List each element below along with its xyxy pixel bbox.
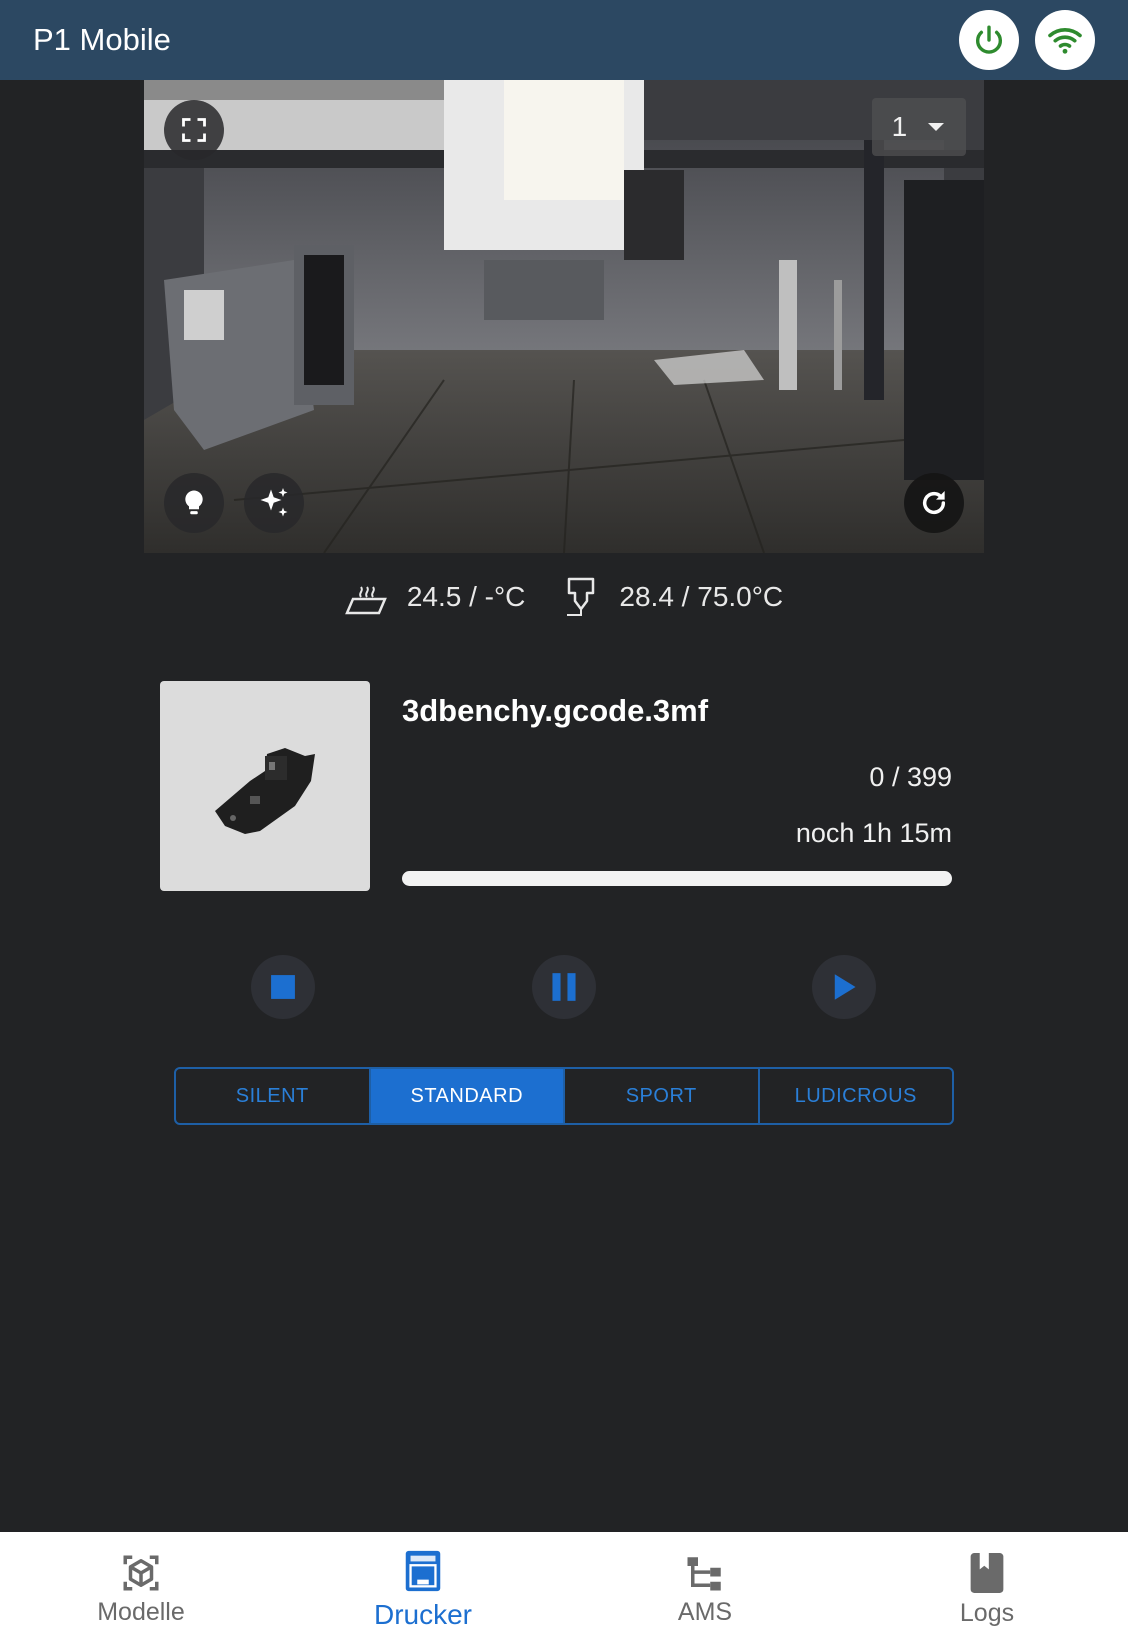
- camera-select-value: 1: [891, 111, 908, 142]
- top-app-bar: P1 Mobile: [0, 0, 1128, 80]
- fullscreen-icon: [182, 118, 206, 142]
- bottom-navigation: Modelle Drucker AMS Logs: [0, 1532, 1128, 1646]
- speed-mode-selector: SILENT STANDARD SPORT LUDICROUS: [174, 1067, 954, 1125]
- nav-item-modelle[interactable]: Modelle: [0, 1532, 282, 1646]
- app-title: P1 Mobile: [33, 22, 171, 57]
- chevron-down-icon: [928, 123, 945, 131]
- ams-tree-icon: [687, 1556, 721, 1590]
- lightbulb-icon: [185, 490, 203, 515]
- speed-sport-button[interactable]: SPORT: [565, 1069, 760, 1123]
- camera-select[interactable]: 1: [872, 98, 966, 156]
- nav-item-logs[interactable]: Logs: [846, 1532, 1128, 1646]
- nozzle-temperature[interactable]: 28.4 / 75.0°C: [561, 575, 783, 619]
- speed-ludicrous-button[interactable]: LUDICROUS: [760, 1069, 953, 1123]
- job-file-name: 3dbenchy.gcode.3mf: [402, 693, 709, 728]
- power-icon: [976, 25, 1002, 54]
- book-icon: [970, 1552, 1004, 1593]
- bed-temperature-value: 24.5 / -°C: [406, 581, 526, 612]
- nav-label-ams: AMS: [677, 1597, 733, 1626]
- app-root: P1 Mobile 1 24.5 / -°C 28.4 / 75.0°C 3db…: [0, 0, 1128, 1646]
- stop-icon: [271, 975, 295, 999]
- nozzle-icon: [567, 577, 595, 616]
- pause-button[interactable]: [532, 955, 596, 1019]
- wifi-button[interactable]: [1035, 10, 1095, 70]
- wifi-icon: [1048, 28, 1082, 54]
- heated-bed-icon: [344, 586, 387, 615]
- speed-standard-button[interactable]: STANDARD: [370, 1069, 565, 1123]
- nav-label-modelle: Modelle: [97, 1597, 185, 1626]
- benchy-model-icon: [215, 748, 315, 834]
- printer-icon: [405, 1550, 441, 1592]
- stop-button[interactable]: [251, 955, 315, 1019]
- light-toggle-button[interactable]: [164, 473, 224, 533]
- cube-icon: [123, 1555, 159, 1590]
- status-icons: [959, 10, 1095, 70]
- sparkle-icon: [260, 488, 288, 517]
- play-icon: [834, 974, 856, 1000]
- remaining-time-text: noch 1h 15m: [795, 818, 952, 848]
- nav-item-ams[interactable]: AMS: [564, 1532, 846, 1646]
- speed-silent-button[interactable]: SILENT: [176, 1069, 371, 1123]
- layer-progress-text: 0 / 399: [869, 762, 952, 792]
- pause-icon: [552, 973, 576, 1001]
- refresh-button[interactable]: [904, 473, 964, 533]
- refresh-icon: [922, 491, 946, 515]
- fullscreen-button[interactable]: [164, 100, 224, 160]
- bed-temperature[interactable]: 24.5 / -°C: [344, 577, 526, 617]
- nav-label-logs: Logs: [959, 1598, 1015, 1627]
- model-thumbnail: [160, 681, 370, 891]
- resume-button[interactable]: [812, 955, 876, 1019]
- nozzle-temperature-value: 28.4 / 75.0°C: [619, 581, 784, 612]
- power-button[interactable]: [959, 10, 1019, 70]
- temperature-row: 24.5 / -°C 28.4 / 75.0°C: [0, 575, 1128, 619]
- nav-label-drucker: Drucker: [373, 1599, 472, 1630]
- nav-item-drucker[interactable]: Drucker: [282, 1532, 564, 1646]
- ai-detection-button[interactable]: [244, 473, 304, 533]
- camera-feed[interactable]: 1: [144, 80, 984, 553]
- print-progress-bar: [402, 871, 952, 886]
